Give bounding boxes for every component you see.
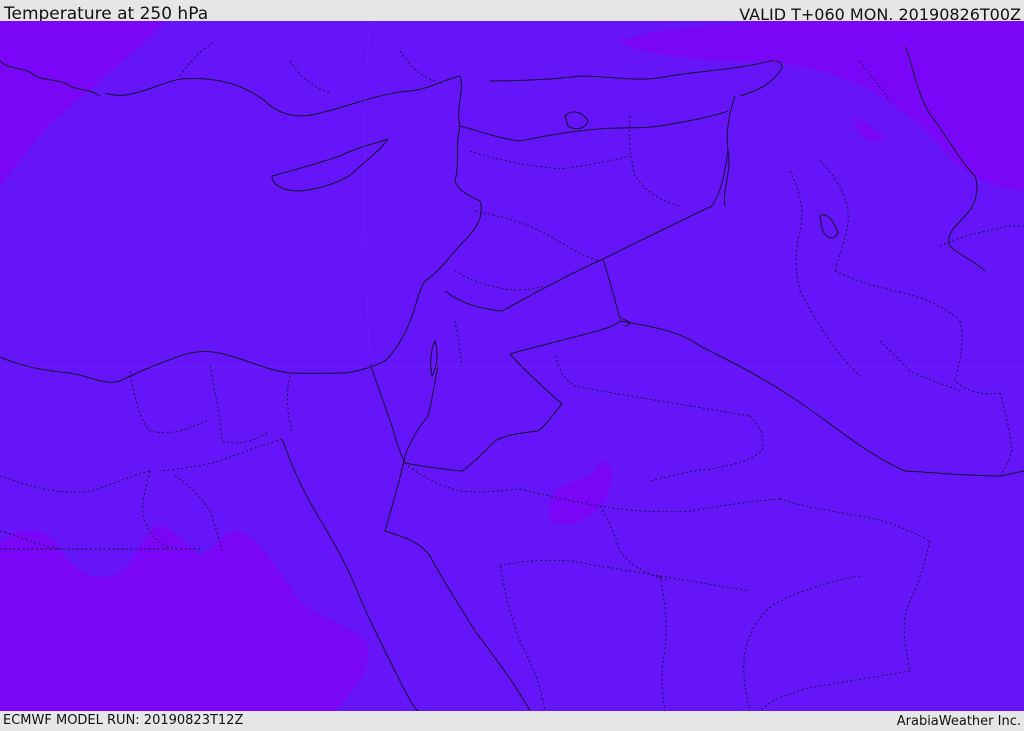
model-run-label: ECMWF MODEL RUN: 20190823T12Z — [3, 713, 244, 728]
map-canvas — [0, 21, 1024, 711]
map-header: Temperature at 250 hPa VALID T+060 MON. … — [0, 0, 1024, 24]
brand-label: ArabiaWeather Inc. — [896, 714, 1021, 729]
temperature-map[interactable] — [0, 21, 1024, 711]
map-footer: ECMWF MODEL RUN: 20190823T12Z ArabiaWeat… — [0, 711, 1024, 729]
